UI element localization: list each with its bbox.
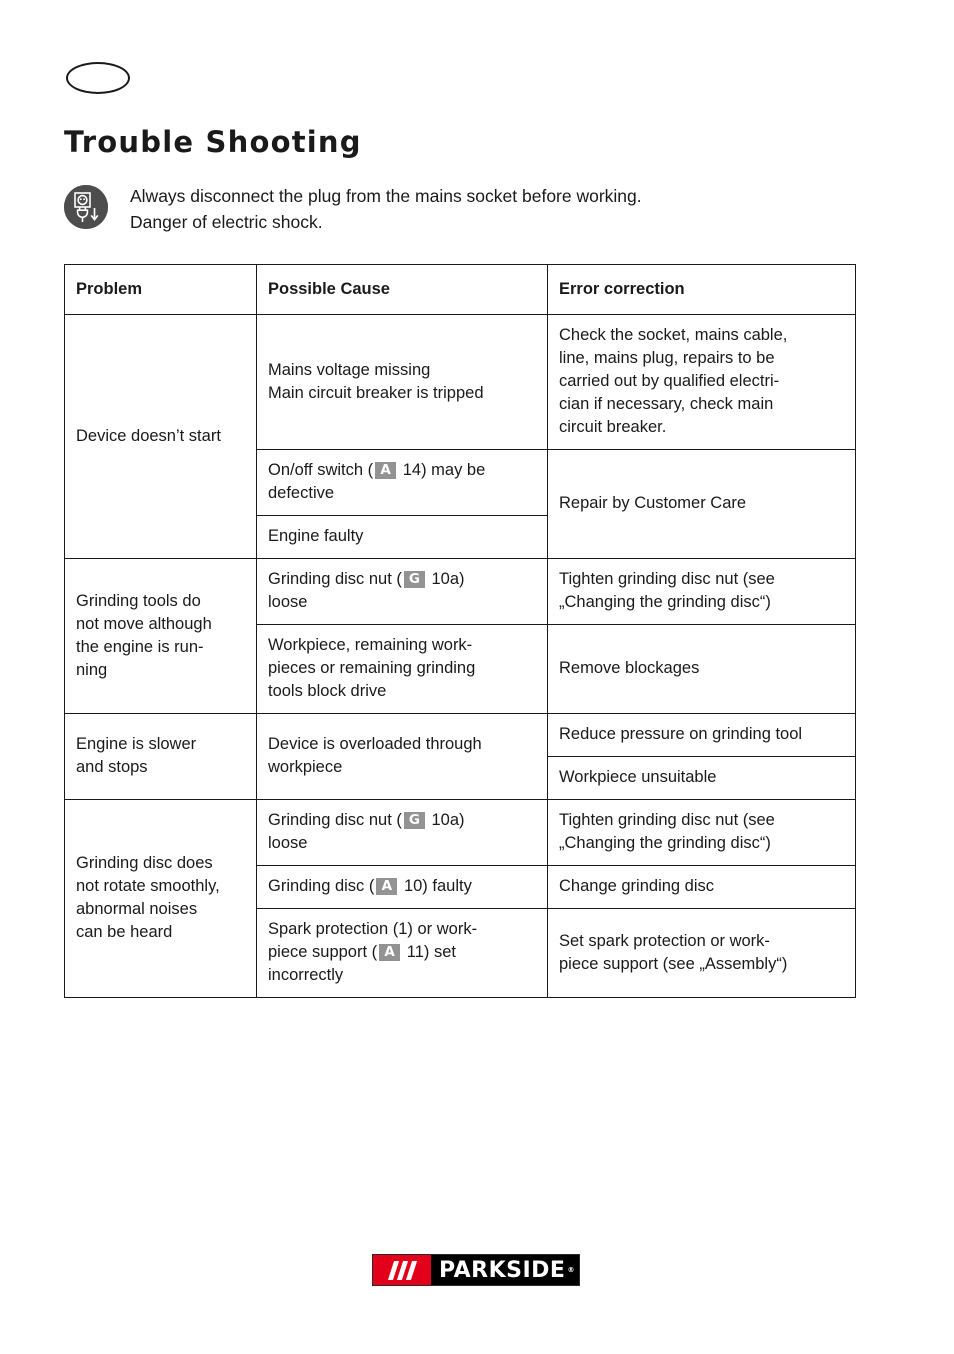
cause-line: workpiece xyxy=(268,758,343,776)
cause-text: Grinding disc nut ( xyxy=(268,811,402,829)
correction-line: „Changing the grinding disc“) xyxy=(559,593,771,611)
cause-text: piece support ( xyxy=(268,943,378,961)
disconnect-mains-plug-icon xyxy=(64,185,108,229)
cause-line: Workpiece, remaining work- xyxy=(268,636,473,654)
problem-line: not move although xyxy=(76,614,212,633)
cause-line: defective xyxy=(268,484,335,502)
cause-text: On/off switch ( xyxy=(268,461,374,479)
cell-cause-spark-protection-set: Spark protection (1) or work- piece supp… xyxy=(256,908,548,998)
slashes-icon xyxy=(387,1260,417,1280)
ref-badge-g: G xyxy=(403,812,425,829)
cause-text: 10) faulty xyxy=(399,877,472,895)
cause-line: loose xyxy=(268,593,308,611)
table-row: Engine is slower and stops Device is ove… xyxy=(64,713,856,800)
problem-line: the engine is run- xyxy=(76,637,204,656)
cause-line: loose xyxy=(268,834,308,852)
ref-badge-a: A xyxy=(379,944,401,961)
cause-text: 14) may be xyxy=(398,461,486,479)
cell-cause-engine-faulty: Engine faulty xyxy=(256,515,548,559)
cause-line: incorrectly xyxy=(268,966,344,984)
problem-line: Grinding tools do xyxy=(76,591,201,610)
cell-correction-set-spark-protection: Set spark protection or work- piece supp… xyxy=(547,908,856,998)
cell-correction-remove-blockages: Remove blockages xyxy=(547,624,856,714)
cell-cause-workpiece-blocks-drive: Workpiece, remaining work- pieces or rem… xyxy=(256,624,548,714)
cause-line: Main circuit breaker is tripped xyxy=(268,383,484,402)
cell-correction-tighten-disc-nut-2: Tighten grinding disc nut (see „Changing… xyxy=(547,799,856,866)
cause-line: On/off switch (A 14) may be xyxy=(268,459,536,482)
cell-correction-check-socket: Check the socket, mains cable, line, mai… xyxy=(547,314,856,450)
language-badge xyxy=(66,62,130,94)
troubleshooting-table: Problem Possible Cause Error correction … xyxy=(64,264,856,998)
table-row: Grinding disc does not rotate smoothly, … xyxy=(64,799,856,998)
cell-correction-reduce-pressure: Reduce pressure on grinding tool xyxy=(547,713,856,757)
column-header-possible-cause: Possible Cause xyxy=(256,264,548,315)
logo-brand-text: PARKSIDE xyxy=(439,1257,566,1283)
cause-line: Mains voltage missing xyxy=(268,360,431,379)
cell-correction-repair-customer-care: Repair by Customer Care xyxy=(547,449,856,559)
warning-line-1: Always disconnect the plug from the main… xyxy=(130,186,642,206)
cell-problem-grinding-tools-no-move: Grinding tools do not move although the … xyxy=(64,558,257,714)
cell-problem-disc-not-smooth: Grinding disc does not rotate smoothly, … xyxy=(64,799,257,998)
warning-line-2: Danger of electric shock. xyxy=(130,212,323,232)
ref-badge-a: A xyxy=(376,878,398,895)
cause-line: Spark protection (1) or work- xyxy=(268,920,478,938)
correction-line: carried out by qualified electri- xyxy=(559,372,780,390)
cause-line: Grinding disc (A 10) faulty xyxy=(268,875,536,898)
correction-line: Check the socket, mains cable, xyxy=(559,326,788,344)
parkside-logo: PARKSIDE ® xyxy=(372,1254,580,1286)
cell-correction-change-grinding-disc: Change grinding disc xyxy=(547,865,856,909)
cell-correction-workpiece-unsuitable: Workpiece unsuitable xyxy=(547,756,856,800)
correction-line: cian if necessary, check main xyxy=(559,395,774,413)
correction-line: line, mains plug, repairs to be xyxy=(559,349,775,367)
problem-line: can be heard xyxy=(76,923,173,941)
ref-badge-g: G xyxy=(403,571,425,588)
problem-line: Engine is slower xyxy=(76,735,197,753)
cause-line: piece support (A 11) set xyxy=(268,941,536,964)
correction-line: Tighten grinding disc nut (see xyxy=(559,811,775,829)
cause-line: Grinding disc nut (G 10a) xyxy=(268,809,536,832)
cause-text: 10a) xyxy=(426,811,465,829)
cause-line: pieces or remaining grinding xyxy=(268,659,476,677)
cause-text: 11) set xyxy=(402,943,456,961)
logo-slashes-block xyxy=(373,1255,431,1285)
page-title: Trouble Shooting xyxy=(64,125,362,159)
registered-mark-icon: ® xyxy=(567,1266,575,1274)
cell-cause-mains-voltage: Mains voltage missing Main circuit break… xyxy=(256,314,548,450)
cell-problem-engine-slower: Engine is slower and stops xyxy=(64,713,257,800)
problem-line: not rotate smoothly, xyxy=(76,877,220,895)
troubleshooting-table-wrapper: Problem Possible Cause Error correction … xyxy=(64,264,856,998)
cause-line: Device is overloaded through xyxy=(268,735,482,753)
cell-cause-disc-nut-loose: Grinding disc nut (G 10a) loose xyxy=(256,558,548,625)
warning-text: Always disconnect the plug from the main… xyxy=(130,183,642,235)
correction-line: piece support (see „Assembly“) xyxy=(559,954,788,973)
cause-line: tools block drive xyxy=(268,682,387,700)
cell-problem-device-doesnt-start: Device doesn’t start xyxy=(64,314,257,559)
cause-text: Grinding disc nut ( xyxy=(268,570,402,588)
problem-line: abnormal noises xyxy=(76,900,198,918)
column-header-problem: Problem xyxy=(64,264,257,315)
correction-line: Set spark protection or work- xyxy=(559,931,770,950)
cell-correction-tighten-disc-nut: Tighten grinding disc nut (see „Changing… xyxy=(547,558,856,625)
column-header-error-correction: Error correction xyxy=(547,264,856,315)
warning-note: Always disconnect the plug from the main… xyxy=(64,183,854,235)
correction-line: circuit breaker. xyxy=(559,418,667,436)
logo-brand-block: PARKSIDE ® xyxy=(431,1255,579,1285)
cell-cause-device-overloaded: Device is overloaded through workpiece xyxy=(256,713,548,800)
document-page: Trouble Shooting Always disconnect the p… xyxy=(0,0,954,1354)
table-header-row: Problem Possible Cause Error correction xyxy=(64,264,856,315)
cause-text: Grinding disc ( xyxy=(268,877,375,895)
cell-cause-disc-nut-loose-2: Grinding disc nut (G 10a) loose xyxy=(256,799,548,866)
problem-line: ning xyxy=(76,660,108,679)
cause-line: Grinding disc nut (G 10a) xyxy=(268,568,536,591)
correction-line: Tighten grinding disc nut (see xyxy=(559,570,775,588)
cause-text: 10a) xyxy=(426,570,465,588)
correction-line: „Changing the grinding disc“) xyxy=(559,834,771,852)
ref-badge-a: A xyxy=(375,462,397,479)
table-row: Device doesn’t start Mains voltage missi… xyxy=(64,314,856,559)
table-row: Grinding tools do not move although the … xyxy=(64,558,856,714)
cell-cause-onoff-switch: On/off switch (A 14) may be defective xyxy=(256,449,548,516)
problem-line: Grinding disc does xyxy=(76,854,213,872)
problem-line: and stops xyxy=(76,758,148,776)
cell-cause-grinding-disc-faulty: Grinding disc (A 10) faulty xyxy=(256,865,548,909)
